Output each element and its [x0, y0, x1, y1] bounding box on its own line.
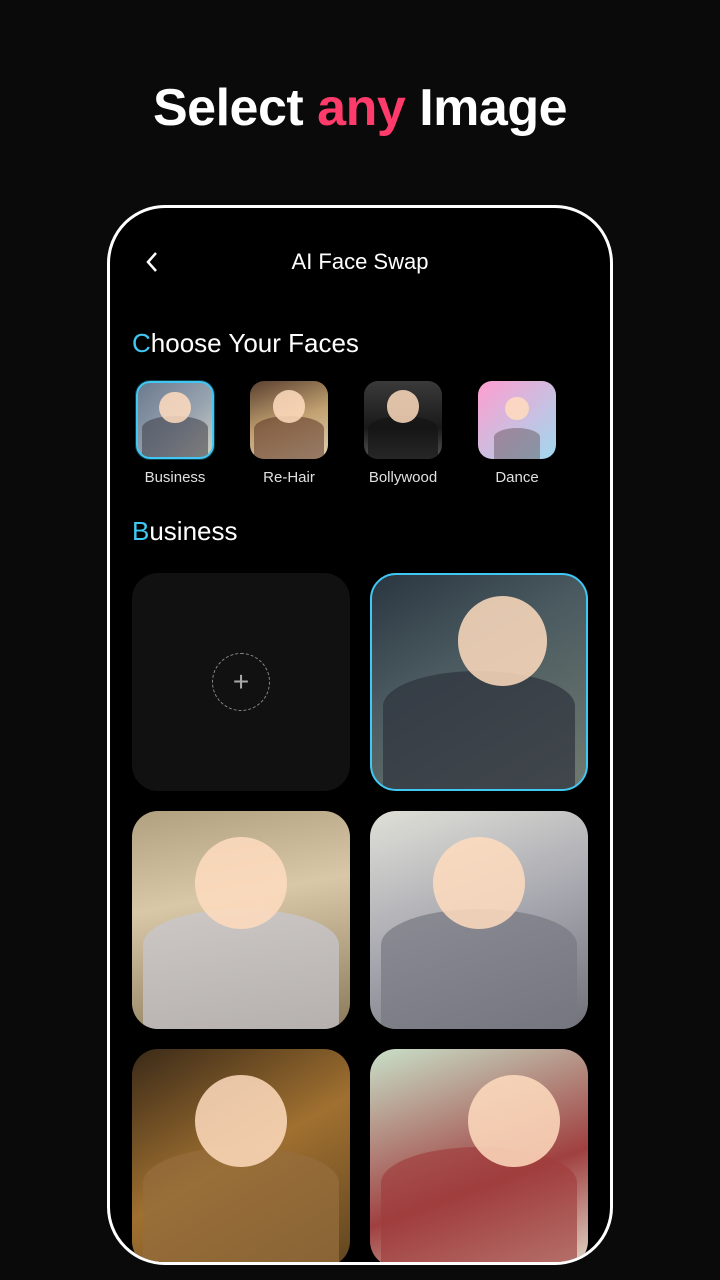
face-label-business: Business	[145, 469, 206, 486]
image-tile[interactable]	[132, 811, 350, 1029]
phone-content: AI Face Swap Choose Your Faces Business …	[110, 208, 610, 1262]
hero-title: Select any Image	[0, 0, 720, 138]
image-grid: +	[132, 573, 588, 1265]
image-tile[interactable]	[370, 1049, 588, 1265]
phone-frame: AI Face Swap Choose Your Faces Business …	[107, 205, 613, 1265]
face-category-dance[interactable]: Dance	[478, 381, 556, 486]
face-thumb-bollywood	[364, 381, 442, 459]
face-category-rehair[interactable]: Re-Hair	[250, 381, 328, 486]
hero-title-part2: Image	[405, 79, 567, 137]
face-category-bollywood[interactable]: Bollywood	[364, 381, 442, 486]
face-label-bollywood: Bollywood	[369, 469, 437, 486]
hero-title-part1: Select	[153, 79, 317, 137]
face-thumb-business	[136, 381, 214, 459]
face-label-dance: Dance	[495, 469, 538, 486]
face-thumb-dance	[478, 381, 556, 459]
category-section-title: Business	[132, 516, 588, 547]
plus-icon: +	[212, 653, 270, 711]
face-category-row: Business Re-Hair Bollywood Dance	[132, 381, 588, 486]
back-button[interactable]	[140, 250, 164, 274]
category-title-rest: usiness	[149, 516, 237, 546]
choose-faces-title-first: C	[132, 328, 151, 358]
image-tile[interactable]	[370, 811, 588, 1029]
app-header: AI Face Swap	[132, 240, 588, 284]
face-thumb-rehair	[250, 381, 328, 459]
face-label-rehair: Re-Hair	[263, 469, 315, 486]
hero-title-accent: any	[317, 79, 405, 137]
app-title: AI Face Swap	[132, 249, 588, 275]
category-title-first: B	[132, 516, 149, 546]
image-tile[interactable]	[132, 1049, 350, 1265]
choose-faces-title: Choose Your Faces	[132, 328, 588, 359]
choose-faces-title-rest: hoose Your Faces	[151, 328, 359, 358]
chevron-left-icon	[145, 251, 159, 273]
image-tile[interactable]	[370, 573, 588, 791]
add-image-tile[interactable]: +	[132, 573, 350, 791]
face-category-business[interactable]: Business	[136, 381, 214, 486]
